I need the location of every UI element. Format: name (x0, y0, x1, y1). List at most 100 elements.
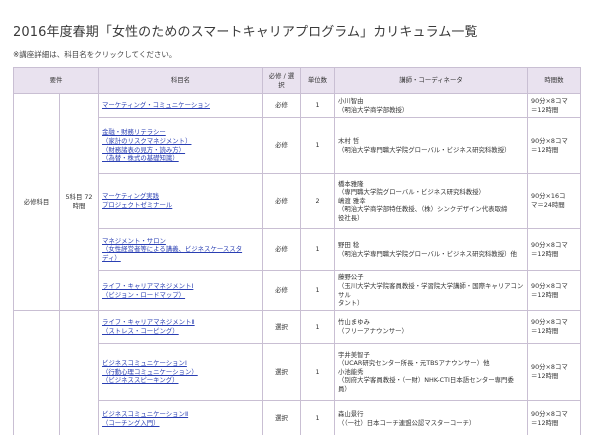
subject-cell: ライフ・キャリアマネジメントⅡ （ストレス・コーピング） (98, 310, 263, 344)
hours-line: ＝12時間 (531, 249, 559, 258)
lecturer-line: （専門職大学院グローバル・ビジネス研究科教授） (338, 188, 485, 197)
hours-line: ＝12時間 (531, 105, 559, 114)
header-credits: 単位数 (300, 67, 335, 94)
table-row: ライフ・キャリアマネジメントⅡ （ストレス・コーピング） 選択 1 竹山まゆみ （フリーア… (13, 310, 581, 435)
subject-link-line: （女性経営者等による講義、ビジネスケーススタ (102, 245, 243, 254)
subject-cell: ビジネスコミュニケーションⅡ （コーチング入門） (98, 400, 263, 435)
subject-link[interactable]: マネジメント・サロン （女性経営者等による講義、ビジネスケーススタ ディ） (102, 237, 242, 262)
requirement-group-label: 必修科目 (13, 93, 60, 311)
table-row: 金融・財務リテラシー （家計のリスクマネジメント） （財務諸表の見方・読み方） （為替… (14, 117, 581, 174)
header-lecturer: 講師・コーディネータ (334, 67, 528, 94)
table-row: ビジネスコミュニケーションⅠ （行動心理コミュニケーション） （ビジネススピーキング… (14, 343, 581, 401)
subject-link-line: プロジェクトゼミナール (102, 201, 173, 209)
subject-link-line: （ストレス・コーピング） (102, 327, 179, 335)
hours-line: ＝12時間 (531, 327, 559, 335)
lecturer-cell: 宇井美智子 （UCAR研究センター所長・元TBSアナウンサー）他 小池能秀 （別府大学… (334, 343, 528, 401)
hours-line: ＝12時間 (531, 372, 559, 380)
credits-cell: 2 (300, 173, 335, 229)
lecturer-line: （フリーアナウンサー） (338, 327, 408, 335)
subject-cell: ライフ・キャリアマネジメントⅠ （ビジョン・ロードマップ） (98, 270, 263, 311)
table-row: 必修科目 5科目 72時間 マーケティング・コミュニケーション 必修 1 小川智由 （明治大… (13, 93, 581, 311)
lecturer-line: 木村 哲 (338, 136, 360, 145)
header-hours: 時間数 (527, 67, 581, 94)
subject-link[interactable]: ビジネスコミュニケーションⅡ （コーチング入門） (102, 410, 188, 427)
subject-link-line: ライフ・キャリアマネジメントⅡ (102, 318, 195, 327)
subject-link-line: ビジネスコミュニケーションⅡ (102, 409, 189, 418)
lecturer-line: （玉川大学大学院客員教授・学習院大学講師・国際キャリアコンサル (338, 281, 524, 299)
lecturer-line: タント） (338, 299, 364, 308)
lecturer-line: 嶋渡 雅幸 (338, 196, 366, 205)
table-row: ライフ・キャリアマネジメントⅠ （ビジョン・ロードマップ） 必修 1 藤野公子 （玉川大学… (14, 270, 581, 311)
subject-link-line: マーケティング実践 (102, 192, 160, 201)
subject-link-line: ディ） (102, 253, 121, 262)
requirement-group-count: 5科目 72時間 (59, 93, 99, 311)
subject-link-line: 金融・財務リテラシー (102, 128, 166, 137)
curriculum-table: 要件 科目名 必修 / 選択 単位数 講師・コーディネータ 時間数 必修科目 5科… (13, 67, 581, 435)
subject-link-line: （ビジョン・ロードマップ） (102, 290, 186, 299)
hours-line: 90分×8コマ (531, 363, 568, 372)
header-required-elective: 必修 / 選択 (262, 67, 301, 94)
hours-line: 90分×16コ (531, 192, 566, 201)
hours-cell: 90分×8コマ ＝12時間 (527, 93, 581, 118)
subject-link[interactable]: ライフ・キャリアマネジメントⅠ （ビジョン・ロードマップ） (102, 282, 193, 299)
subject-link-line: （ビジネススピーキング） (102, 376, 179, 385)
required-elective-cell: 必修 (262, 93, 301, 118)
credits-cell: 1 (300, 93, 335, 118)
elective-group-count-cell (59, 310, 99, 435)
subject-link-line: ライフ・キャリアマネジメントⅠ (102, 281, 194, 290)
header-subject: 科目名 (98, 67, 263, 94)
lecturer-line: （UCAR研究センター所長・元TBSアナウンサー）他 (338, 359, 490, 368)
required-elective-cell: 選択 (262, 343, 301, 401)
lecturer-cell: 橋本雅隆 （専門職大学院グローバル・ビジネス研究科教授） 嶋渡 雅幸 （明治大学商学部… (334, 173, 528, 229)
lecturer-line: （明治大学商学部特任教授、（株）シンクデザイン代表取締 (338, 205, 508, 214)
subject-cell: マーケティング実践 プロジェクトゼミナール (98, 173, 263, 229)
subject-link[interactable]: マーケティング実践 プロジェクトゼミナール (102, 192, 172, 209)
table-row: ビジネスコミュニケーションⅡ （コーチング入門） 選択 1 森山景行 （（一社）日本コーチ… (14, 400, 581, 435)
lecturer-cell: 木村 哲（明治大学専門職大学院グローバル・ビジネス研究科教授） (334, 117, 528, 174)
hours-cell: 90分×8コマ ＝12時間 (527, 270, 581, 311)
subject-link[interactable]: マーケティング・コミュニケーション (102, 101, 210, 109)
instruction-note: ※講座詳細は、科目名をクリックしてください。 (13, 50, 177, 59)
required-elective-cell: 必修 (262, 270, 301, 311)
hours-cell: 90分×8コマ ＝12時間 (527, 310, 581, 344)
hours-line: マ＝24時間 (531, 201, 565, 209)
lecturer-line: 藤野公子 (338, 273, 364, 282)
subject-link-line: （家計のリスクマネジメント） (102, 136, 192, 145)
lecturer-cell: 野田 稔（明治大学専門職大学院グローバル・ビジネス研究科教授）他 (334, 228, 528, 271)
required-elective-cell: 必修 (262, 117, 301, 174)
lecturer-line: （明治大学専門職大学院グローバル・ビジネス研究科教授） (338, 145, 511, 154)
credits-cell: 1 (300, 400, 335, 435)
hours-line: 90分×8コマ (531, 281, 568, 290)
credits-cell: 1 (300, 310, 335, 344)
subject-link-line: マネジメント・サロン (102, 236, 166, 245)
lecturer-line: 小川智由 (338, 96, 364, 105)
subject-link[interactable]: ライフ・キャリアマネジメントⅡ （ストレス・コーピング） (102, 318, 195, 335)
subject-link-line: マーケティング・コミュニケーション (102, 101, 210, 110)
subject-cell: ビジネスコミュニケーションⅠ （行動心理コミュニケーション） （ビジネススピーキング… (98, 343, 263, 401)
page-title: 2016年度春期「女性のためのスマートキャリアプログラム」カリキュラム一覧 (13, 25, 478, 40)
required-elective-cell: 必修 (262, 228, 301, 271)
hours-cell: 90分×8コマ ＝12時間 (527, 117, 581, 174)
table-body: 必修科目 5科目 72時間 マーケティング・コミュニケーション 必修 1 小川智由 （明治大… (13, 93, 581, 435)
credits-cell: 1 (300, 228, 335, 271)
subject-link-line: ビジネスコミュニケーションⅠ (102, 359, 187, 368)
subject-link[interactable]: ビジネスコミュニケーションⅠ （行動心理コミュニケーション） （ビジネススピーキング… (102, 359, 198, 384)
hours-cell: 90分×16コ マ＝24時間 (527, 173, 581, 229)
lecturer-cell: 森山景行 （（一社）日本コーチ連盟公認マスターコーチ） (334, 400, 528, 435)
subject-cell: 金融・財務リテラシー （家計のリスクマネジメント） （財務諸表の見方・読み方） （為替… (98, 117, 263, 174)
subject-link-line: （コーチング入門） (102, 418, 160, 427)
lecturer-line: 森山景行 (338, 409, 364, 418)
credits-cell: 1 (300, 343, 335, 401)
hours-cell: 90分×8コマ ＝12時間 (527, 228, 581, 271)
lecturer-line: 橋本雅隆 (338, 179, 364, 188)
subject-link-line: （為替・株式の基礎知識） (102, 154, 179, 163)
lecturer-line: 竹山まゆみ (338, 318, 370, 327)
lecturer-line: 小池能秀 (338, 367, 364, 376)
table-row: マネジメント・サロン （女性経営者等による講義、ビジネスケーススタ ディ） 必修 1 野田… (14, 228, 581, 271)
subject-link[interactable]: 金融・財務リテラシー （家計のリスクマネジメント） （財務諸表の見方・読み方） （為替… (102, 128, 191, 162)
lecturer-cell: 竹山まゆみ （フリーアナウンサー） (334, 310, 528, 344)
lecturer-line: 宇井美智子 (338, 350, 370, 359)
lecturer-line: （別府大学客員教授・（一財）NHK-CTI日本語センター専門委 (338, 376, 514, 385)
subject-cell: マーケティング・コミュニケーション (98, 93, 263, 118)
header-requirement: 要件 (13, 67, 99, 94)
